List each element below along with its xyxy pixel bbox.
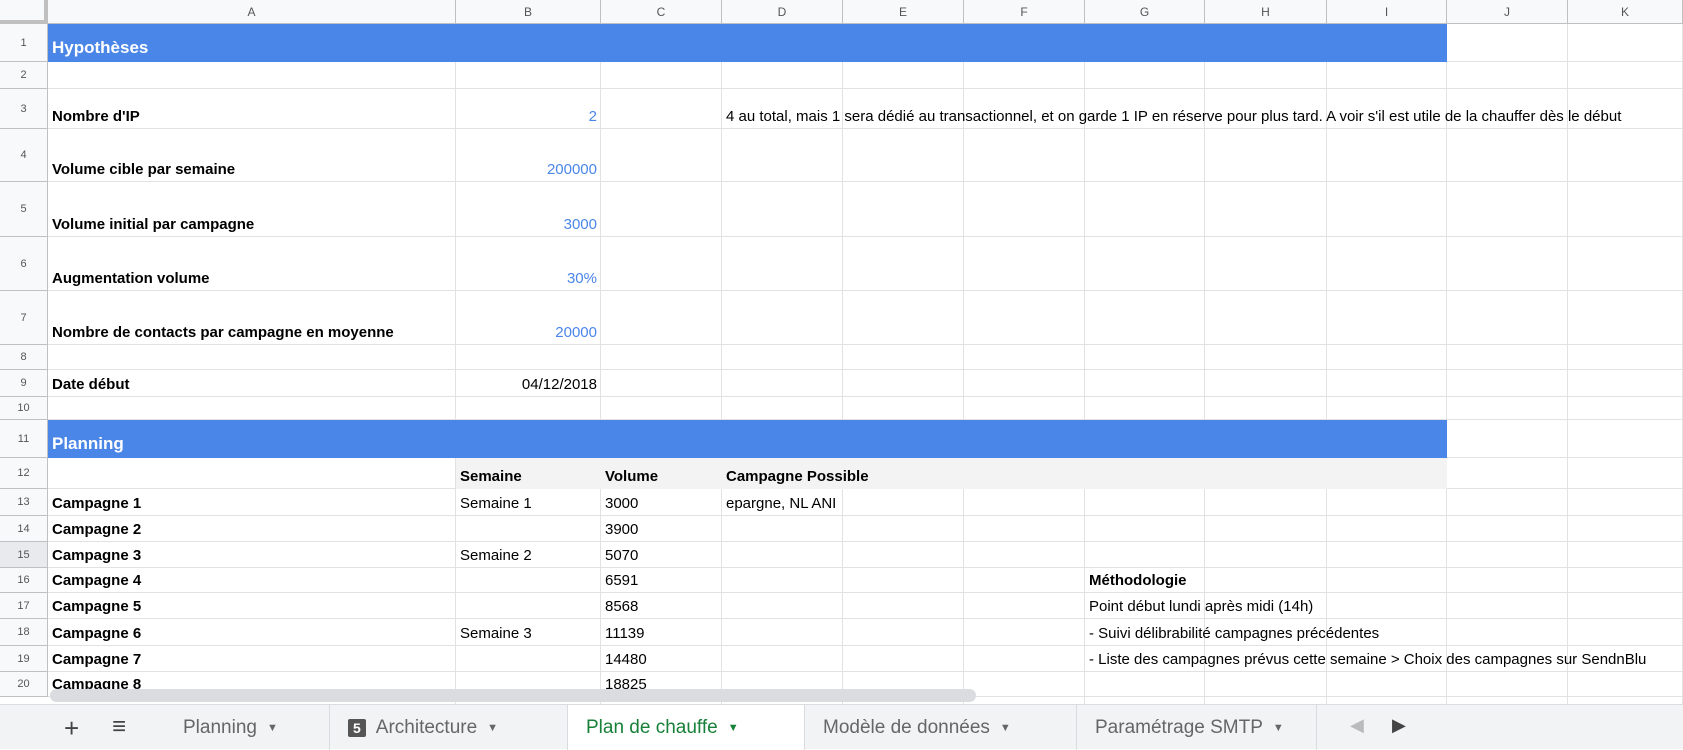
column-header-I[interactable]: I (1327, 0, 1447, 24)
row-header-4[interactable]: 4 (0, 129, 48, 182)
row-header-12[interactable]: 12 (0, 458, 48, 489)
param-label[interactable]: Augmentation volume (48, 237, 456, 291)
column-header-C[interactable]: C (601, 0, 722, 24)
column-header-H[interactable]: H (1205, 0, 1327, 24)
date-value[interactable]: 04/12/2018 (456, 370, 601, 397)
planning-header[interactable]: Campagne Possible (722, 458, 1085, 489)
row-header-14[interactable]: 14 (0, 516, 48, 542)
campaign-week[interactable]: Semaine 3 (456, 619, 601, 646)
chevron-down-icon[interactable]: ▼ (1273, 722, 1284, 734)
column-header-J[interactable]: J (1447, 0, 1568, 24)
methodology-line[interactable]: Méthodologie (1085, 568, 1683, 593)
tab-label: Paramétrage SMTP (1095, 716, 1263, 738)
param-value[interactable]: 3000 (456, 182, 601, 237)
campaign-week[interactable]: Semaine 2 (456, 542, 601, 568)
campaign-possible[interactable]: epargne, NL ANI (722, 489, 1085, 516)
campaign-week[interactable] (456, 568, 601, 593)
scroll-tabs-left-icon[interactable]: ◀ (1350, 715, 1364, 736)
campaign-name[interactable]: Campagne 4 (48, 568, 456, 593)
scroll-tabs-right-icon[interactable]: ▶ (1392, 715, 1406, 736)
campaign-name[interactable]: Campagne 2 (48, 516, 456, 542)
campaign-name[interactable]: Campagne 7 (48, 646, 456, 672)
sheet-tab[interactable]: Plan de chauffe ▼ (568, 705, 805, 750)
param-value[interactable]: 2 (456, 89, 601, 129)
add-sheet-button[interactable]: + (64, 713, 79, 744)
sheet-tab[interactable]: Paramétrage SMTP ▼ (1077, 705, 1317, 750)
planning-header[interactable]: Semaine (456, 458, 601, 489)
row-header-20[interactable]: 20 (0, 672, 48, 697)
row-header-19[interactable]: 19 (0, 646, 48, 672)
select-all-corner[interactable] (0, 0, 48, 24)
sheet-tab[interactable]: Modèle de données ▼ (805, 705, 1077, 750)
date-label[interactable]: Date début (48, 370, 456, 397)
methodology-line[interactable]: - Suivi délibrabilité campagnes précéden… (1085, 619, 1683, 646)
param-label[interactable]: Volume cible par semaine (48, 129, 456, 182)
row-header-10[interactable]: 10 (0, 397, 48, 420)
campaign-name[interactable]: Campagne 6 (48, 619, 456, 646)
campaign-week[interactable] (456, 516, 601, 542)
row-header-5[interactable]: 5 (0, 182, 48, 237)
row-header-7[interactable]: 7 (0, 291, 48, 345)
sheet-tab-bar: + ≡ Planning ▼ 5 Architecture ▼ Plan de chauf… (0, 704, 1683, 750)
campaign-volume[interactable]: 8568 (601, 593, 722, 619)
all-sheets-menu-icon[interactable]: ≡ (112, 713, 126, 741)
param-value[interactable]: 20000 (456, 291, 601, 345)
campaign-week[interactable] (456, 646, 601, 672)
column-header-G[interactable]: G (1085, 0, 1205, 24)
campaign-volume[interactable]: 14480 (601, 646, 722, 672)
row-header-9[interactable]: 9 (0, 370, 48, 397)
row-header-3[interactable]: 3 (0, 89, 48, 129)
ip-note[interactable]: 4 au total, mais 1 sera dédié au transac… (722, 89, 1683, 129)
campaign-volume[interactable]: 3900 (601, 516, 722, 542)
chevron-down-icon[interactable]: ▼ (1000, 722, 1011, 734)
tab-label: Architecture (375, 716, 478, 738)
param-label[interactable]: Volume initial par campagne (48, 182, 456, 237)
param-label[interactable]: Nombre d'IP (48, 89, 456, 129)
row-header-2[interactable]: 2 (0, 62, 48, 89)
campaign-name[interactable]: Campagne 1 (48, 489, 456, 516)
row-header-6[interactable]: 6 (0, 237, 48, 291)
campaign-volume[interactable]: 5070 (601, 542, 722, 568)
column-header-F[interactable]: F (964, 0, 1085, 24)
tab-badge: 5 (348, 718, 366, 737)
param-label[interactable]: Nombre de contacts par campagne en moyen… (48, 291, 456, 345)
chevron-down-icon[interactable]: ▼ (267, 722, 278, 734)
param-value[interactable]: 200000 (456, 129, 601, 182)
tab-label: Plan de chauffe (586, 716, 718, 738)
row-header-15[interactable]: 15 (0, 542, 48, 568)
campaign-name[interactable]: Campagne 3 (48, 542, 456, 568)
methodology-line[interactable]: Point début lundi après midi (14h) (1085, 593, 1683, 619)
sheet-tab[interactable]: 5 Architecture ▼ (330, 705, 568, 750)
campaign-week[interactable]: Semaine 1 (456, 489, 601, 516)
row-header-18[interactable]: 18 (0, 619, 48, 646)
planning-header[interactable]: Volume (601, 458, 722, 489)
column-header-K[interactable]: K (1568, 0, 1683, 24)
column-header-B[interactable]: B (456, 0, 601, 24)
campaign-volume[interactable]: 3000 (601, 489, 722, 516)
row-header-16[interactable]: 16 (0, 568, 48, 593)
campaign-week[interactable] (456, 593, 601, 619)
param-value[interactable]: 30% (456, 237, 601, 291)
row-header-17[interactable]: 17 (0, 593, 48, 619)
column-header-E[interactable]: E (843, 0, 964, 24)
column-header-D[interactable]: D (722, 0, 843, 24)
campaign-name[interactable]: Campagne 5 (48, 593, 456, 619)
row-header-13[interactable]: 13 (0, 489, 48, 516)
row-header-1[interactable]: 1 (0, 24, 48, 62)
methodology-line[interactable]: - Liste des campagnes prévus cette semai… (1085, 646, 1683, 672)
column-header-A[interactable]: A (48, 0, 456, 24)
row-header-8[interactable]: 8 (0, 345, 48, 370)
hypotheses-title[interactable]: Hypothèses (48, 24, 722, 62)
tab-label: Planning (183, 716, 257, 738)
tab-label: Modèle de données (823, 716, 990, 738)
planning-title[interactable]: Planning (48, 420, 722, 458)
chevron-down-icon[interactable]: ▼ (487, 722, 498, 734)
horizontal-scrollbar[interactable] (50, 689, 976, 702)
campaign-volume[interactable]: 11139 (601, 619, 722, 646)
campaign-volume[interactable]: 6591 (601, 568, 722, 593)
chevron-down-icon[interactable]: ▼ (728, 722, 739, 734)
sheet-tab[interactable]: Planning ▼ (165, 705, 330, 750)
row-header-11[interactable]: 11 (0, 420, 48, 458)
